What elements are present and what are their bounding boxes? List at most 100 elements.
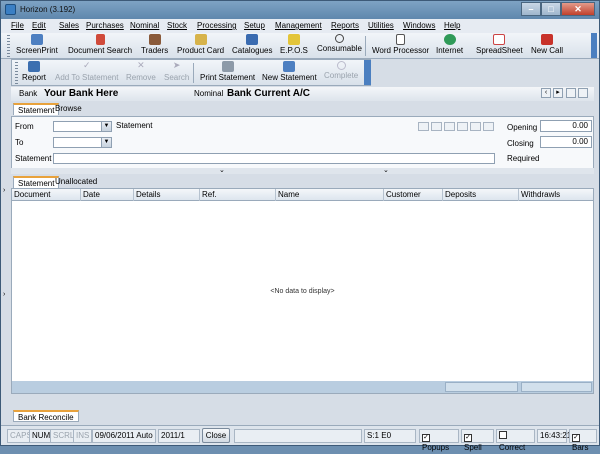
column-date[interactable]: Date xyxy=(81,189,134,201)
spreadsheet-button[interactable]: SpreadSheet xyxy=(476,34,523,55)
pen-icon xyxy=(95,34,105,45)
toolbar-grip[interactable] xyxy=(15,62,18,84)
menu-purchases[interactable]: Purchases xyxy=(86,21,124,30)
product-card-button[interactable]: Product Card xyxy=(177,34,224,55)
traders-button[interactable]: Traders xyxy=(141,34,168,55)
new-call-button[interactable]: New Call xyxy=(531,34,563,55)
opening-balance-field[interactable]: 0.00 xyxy=(540,120,592,132)
column-name[interactable]: Name xyxy=(276,189,384,201)
remove-button[interactable]: ✕ Remove xyxy=(126,61,156,83)
bars-checkbox[interactable]: ✓ xyxy=(572,434,580,442)
product-card-icon xyxy=(194,34,207,45)
tab-browse[interactable]: Browse xyxy=(51,103,86,115)
status-bar: CAPS NUM SCRL INS 09/06/2011 Auto 2011/1… xyxy=(1,425,599,452)
transactions-grid: Document Date Details Ref. Name Customer… xyxy=(11,188,594,394)
status-message xyxy=(234,429,362,443)
bars-toggle[interactable]: ✓Bars xyxy=(569,429,597,452)
calc-icon[interactable] xyxy=(470,122,481,131)
clock: 16:43:21 xyxy=(537,429,571,443)
spell-toggle[interactable]: ✓Spell xyxy=(461,429,494,452)
column-customer[interactable]: Customer xyxy=(384,189,443,201)
toolbar-overflow-button[interactable] xyxy=(591,33,597,58)
consumable-button[interactable]: Consumable xyxy=(317,34,362,53)
monitor-icon xyxy=(30,34,43,45)
document-search-button[interactable]: Document Search xyxy=(68,34,132,55)
calc-icon[interactable] xyxy=(431,122,442,131)
column-document[interactable]: Document xyxy=(12,189,81,201)
epos-button[interactable]: E.P.O.S xyxy=(280,34,308,55)
new-statement-button[interactable]: New Statement xyxy=(262,61,317,82)
correct-checkbox[interactable] xyxy=(499,431,507,439)
lookup-icon[interactable] xyxy=(578,88,588,98)
popups-toggle[interactable]: ✓Popups xyxy=(419,429,459,452)
closing-balance-field[interactable]: 0.00 xyxy=(540,136,592,148)
menu-setup[interactable]: Setup xyxy=(244,21,265,30)
document-icon xyxy=(396,34,406,45)
column-deposits[interactable]: Deposits xyxy=(443,189,519,201)
close-window-button[interactable]: ✕ xyxy=(561,2,595,16)
next-icon[interactable]: ▸ xyxy=(553,88,563,98)
bank-label: Bank xyxy=(19,89,38,98)
search-button[interactable]: ➤ Search xyxy=(164,61,189,83)
dock-arrow-icon[interactable]: › xyxy=(3,291,5,298)
menu-reports[interactable]: Reports xyxy=(331,21,359,30)
toolbar-overflow-button[interactable] xyxy=(364,60,371,85)
complete-button[interactable]: Complete xyxy=(324,61,358,80)
application-window: Horizon (3.192) – □ ✕ File Edit Sales Pu… xyxy=(0,0,600,452)
report-button[interactable]: Report xyxy=(22,61,46,82)
print-statement-button[interactable]: Print Statement xyxy=(200,61,255,82)
edit-icon[interactable] xyxy=(566,88,576,98)
calc-icon[interactable] xyxy=(457,122,468,131)
toolbar-grip[interactable] xyxy=(7,35,10,57)
close-button[interactable]: Close xyxy=(202,428,230,443)
calc-icon[interactable] xyxy=(418,122,429,131)
spell-checkbox[interactable]: ✓ xyxy=(464,434,472,442)
catalogues-button[interactable]: Catalogues xyxy=(232,34,272,55)
tab-unallocated[interactable]: Unallocated xyxy=(51,176,101,188)
menu-help[interactable]: Help xyxy=(444,21,460,30)
tab-bank-reconcile[interactable]: Bank Reconcile xyxy=(13,410,79,422)
column-ref[interactable]: Ref. xyxy=(200,189,276,201)
chevron-down-icon[interactable]: ▼ xyxy=(101,122,111,131)
opening-label: Opening xyxy=(507,123,538,132)
window-title: Horizon (3.192) xyxy=(20,5,76,14)
correct-toggle[interactable]: Correct xyxy=(496,429,535,452)
statement-panel: From ▼ Statement To ▼ Statement Opening … xyxy=(11,116,594,169)
add-to-statement-button[interactable]: ✓ Add To Statement xyxy=(55,61,118,83)
screenprint-button[interactable]: ScreenPrint xyxy=(16,34,58,55)
previous-icon[interactable]: ‹ xyxy=(541,88,551,98)
statement-input[interactable] xyxy=(53,153,495,164)
bank-toolbar: Report ✓ Add To Statement ✕ Remove ➤ Sea… xyxy=(11,59,371,86)
menu-utilities[interactable]: Utilities xyxy=(368,21,394,30)
menu-sales[interactable]: Sales xyxy=(59,21,79,30)
chevron-down-icon[interactable]: ⌄ xyxy=(219,166,225,174)
dock-arrow-icon[interactable]: › xyxy=(3,187,5,194)
menu-nominal[interactable]: Nominal xyxy=(130,21,159,30)
word-processor-button[interactable]: Word Processor xyxy=(372,34,429,55)
minimize-button[interactable]: – xyxy=(521,2,541,16)
maximize-button[interactable]: □ xyxy=(541,2,561,16)
empty-grid-message: <No data to display> xyxy=(270,288,335,295)
calc-icon[interactable] xyxy=(444,122,455,131)
column-withdrawls[interactable]: Withdrawls xyxy=(519,189,593,201)
panel-splitter[interactable]: ⌄ ⌄ xyxy=(11,166,594,174)
from-label: From xyxy=(15,122,34,131)
menu-edit[interactable]: Edit xyxy=(32,21,46,30)
phone-icon xyxy=(541,34,553,45)
menu-processing[interactable]: Processing xyxy=(197,21,237,30)
popups-checkbox[interactable]: ✓ xyxy=(422,434,430,442)
deposits-total xyxy=(445,382,518,392)
toolbar-separator xyxy=(193,63,194,83)
main-toolbar: ScreenPrint Document Search Traders Prod… xyxy=(1,33,599,59)
menu-stock[interactable]: Stock xyxy=(167,21,187,30)
menu-file[interactable]: File xyxy=(11,21,24,30)
from-date-combo[interactable]: ▼ xyxy=(53,121,112,132)
column-details[interactable]: Details xyxy=(134,189,200,201)
to-date-combo[interactable]: ▼ xyxy=(53,137,112,148)
internet-button[interactable]: Internet xyxy=(436,34,463,55)
chevron-down-icon[interactable]: ▼ xyxy=(101,138,111,147)
menu-management[interactable]: Management xyxy=(275,21,322,30)
menu-windows[interactable]: Windows xyxy=(403,21,435,30)
clear-icon[interactable] xyxy=(483,122,494,131)
chevron-down-icon[interactable]: ⌄ xyxy=(383,166,389,174)
